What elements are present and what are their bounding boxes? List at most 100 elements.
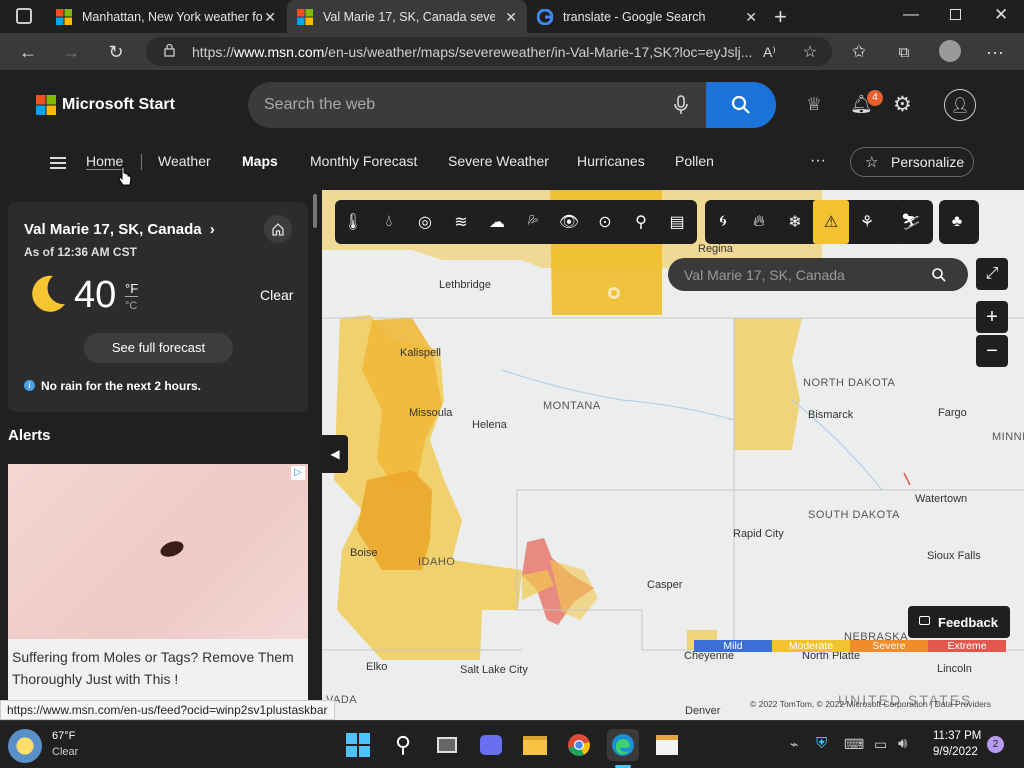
severe-weather-map[interactable]: Regina Lethbridge Kalispell Missoula Hel… [322,190,1024,720]
wind-layer-icon[interactable]: ≋ [443,200,479,244]
add-favorite-icon[interactable]: ☆ [797,39,823,65]
notification-center-badge[interactable]: 2 [987,736,1004,753]
close-window-button[interactable]: ✕ [994,5,1008,25]
tree-layer-icon[interactable]: ♣ [939,200,975,244]
forward-button[interactable]: → [58,39,84,65]
read-aloud-icon[interactable]: A⁾ [763,39,776,65]
nav-maps[interactable]: Maps [242,153,278,169]
home-icon [272,223,284,236]
account-icon[interactable]: 👤︎ [944,89,976,121]
taskbar-search-icon[interactable]: ⚲ [387,729,419,761]
file-explorer-icon[interactable] [519,729,551,761]
personalize-button[interactable]: ☆ Personalize [850,147,974,177]
new-tab-button[interactable]: + [774,4,787,30]
web-search-bar[interactable]: Search the web [248,82,776,128]
tab-google-translate[interactable]: translate - Google Search ✕ [527,0,767,33]
ad-choices-icon[interactable]: ▷ [291,466,305,480]
address-bar-row: ← → ↻ https://www.msn.com/en-us/weather/… [0,33,1024,70]
brand-name[interactable]: Microsoft Start [62,96,175,114]
map-location-search[interactable]: Val Marie 17, SK, Canada [668,258,968,291]
favorites-icon[interactable]: ✩ [846,39,872,65]
collections-icon[interactable]: ⧉ [891,39,917,65]
map-tree-toolbar: ♣ [939,200,979,244]
task-view-icon[interactable] [431,729,463,761]
volume-icon[interactable]: 🔊︎ [898,735,907,752]
minimize-button[interactable]: — [903,6,919,24]
mouse-cursor-icon [118,166,132,186]
nav-pollen[interactable]: Pollen [675,153,714,169]
keyboard-icon[interactable]: ⌨ [844,736,864,753]
map-search-input[interactable]: Val Marie 17, SK, Canada [684,267,845,283]
hamburger-menu-icon[interactable] [50,157,66,169]
nav-hurricanes[interactable]: Hurricanes [577,153,645,169]
store-icon[interactable] [651,729,683,761]
fullscreen-button[interactable]: ⤢ [976,258,1008,290]
location-link[interactable]: Val Marie 17, SK, Canada › [24,221,215,238]
nav-more-button[interactable]: ··· [810,152,826,170]
zoom-in-button[interactable]: + [976,301,1008,333]
settings-more-icon[interactable]: ··· [982,39,1008,65]
tab-actions-icon[interactable] [16,8,32,24]
display-icon[interactable]: ▭ [874,736,887,753]
collapse-panel-button[interactable]: ◀ [322,435,348,473]
zoom-out-button[interactable]: − [976,335,1008,367]
advertisement-card[interactable]: ▷ Suffering from Moles or Tags? Remove T… [8,464,308,720]
visibility-layer-icon[interactable]: 👁︎ [551,200,587,244]
air-quality-layer-icon[interactable]: ▤ [659,200,695,244]
search-icon[interactable] [932,268,946,282]
temperature-layer-icon[interactable]: 🌡︎ [335,200,371,244]
hurricane-layer-icon[interactable]: 🌀︎ [705,200,741,244]
humidity-layer-icon[interactable]: 💦︎ [515,200,551,244]
settings-gear-icon[interactable]: ⚙ [893,92,912,117]
feedback-button[interactable]: Feedback [908,606,1010,638]
wildfire-layer-icon[interactable]: 🔥︎ [741,200,777,244]
security-shield-icon[interactable]: ⛨ [816,735,827,752]
ski-layer-icon[interactable]: ⛷︎ [893,200,929,244]
close-icon[interactable]: ✕ [264,9,276,26]
url-input[interactable]: https://www.msn.com/en-us/weather/maps/s… [146,37,832,66]
clock-time[interactable]: 11:37 PM [933,730,981,742]
close-icon[interactable]: ✕ [745,9,757,26]
refresh-button[interactable]: ↻ [103,39,129,65]
tab-val-marie-severe[interactable]: Val Marie 17, SK, Canada severe ✕ [287,0,527,33]
taskbar-temp: 67°F [52,730,76,742]
ad-headline[interactable]: Suffering from Moles or Tags? Remove The… [12,646,302,690]
back-button[interactable]: ← [15,39,41,65]
unit-fahrenheit[interactable]: °F [125,281,139,297]
restore-button[interactable] [950,9,961,20]
see-full-forecast-button[interactable]: See full forecast [84,333,233,363]
unit-celsius[interactable]: °C [125,300,137,312]
nav-monthly-forecast[interactable]: Monthly Forecast [310,153,417,169]
search-input[interactable]: Search the web [264,96,375,114]
close-icon[interactable]: ✕ [505,9,517,26]
microphone-icon[interactable] [674,95,688,120]
home-button[interactable] [264,215,292,243]
clock-date[interactable]: 9/9/2022 [933,746,978,758]
radar-layer-icon[interactable]: ◎ [407,200,443,244]
winter-layer-icon[interactable]: ❄ [777,200,813,244]
taskbar-weather-widget[interactable]: 67°F Clear [8,727,118,763]
network-off-icon[interactable]: ⌁ [790,736,798,753]
tab-manhattan-weather[interactable]: Manhattan, New York weather fo ✕ [46,0,286,33]
start-button[interactable] [342,729,374,761]
edge-icon[interactable] [607,729,639,761]
legend-mild: Mild [694,640,772,652]
pressure-layer-icon[interactable]: ⊙ [587,200,623,244]
search-button[interactable] [706,82,776,128]
pollen-layer-icon[interactable]: ⚲ [623,200,659,244]
ad-image[interactable] [8,464,308,639]
rewards-icon[interactable]: ♕ [806,94,822,115]
nav-severe-weather[interactable]: Severe Weather [448,153,549,169]
profile-avatar[interactable] [939,40,961,62]
teams-chat-icon[interactable] [475,729,507,761]
precipitation-layer-icon[interactable]: 💧︎ [371,200,407,244]
cloud-layer-icon[interactable]: ☁︎ [479,200,515,244]
notification-badge: 4 [867,90,883,106]
severe-alert-layer-icon[interactable]: ⚠ [813,200,849,244]
chrome-icon[interactable] [563,729,595,761]
left-panel-scrollbar[interactable] [313,194,317,228]
nav-weather[interactable]: Weather [158,153,211,169]
earthquake-layer-icon[interactable]: ⚘ [849,200,885,244]
feedback-label: Feedback [938,614,998,630]
microsoft-logo-icon [36,95,56,115]
